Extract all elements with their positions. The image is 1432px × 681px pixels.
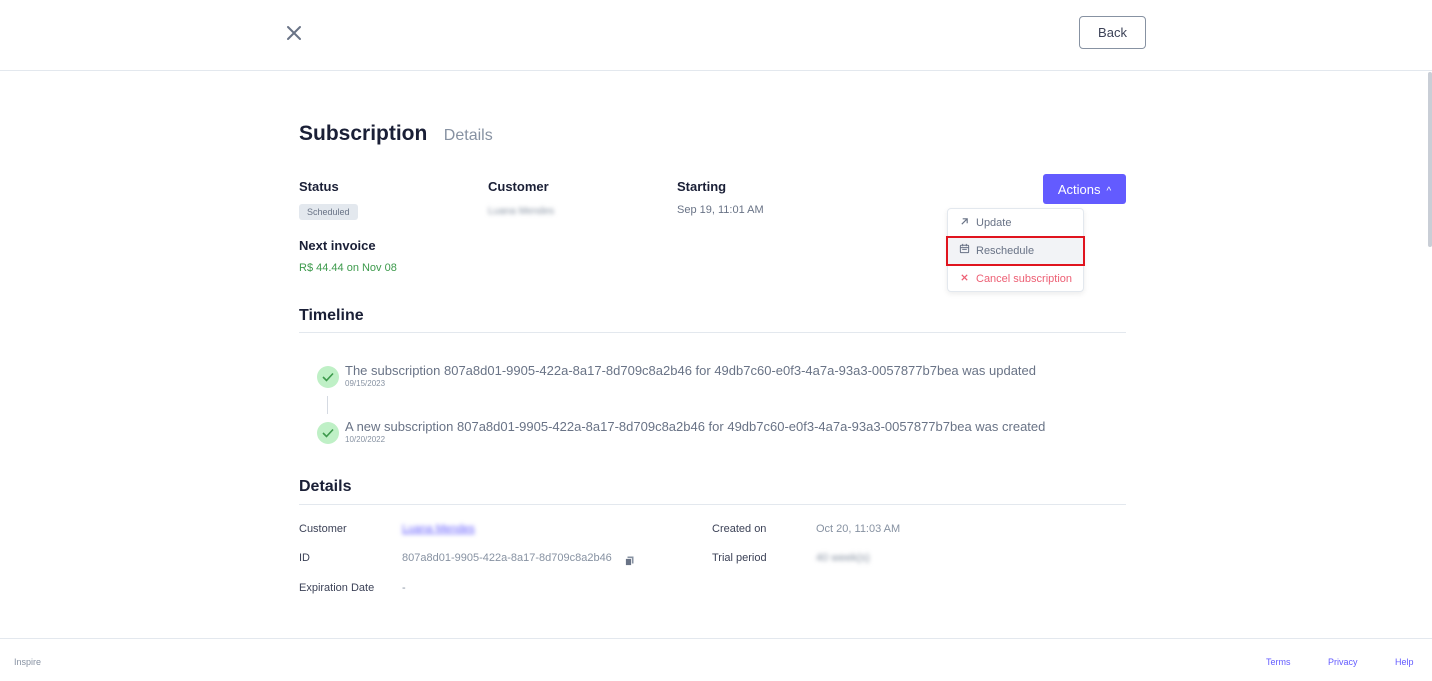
timeline-event-date: 10/20/2022 [345, 435, 386, 444]
timeline-event-text: A new subscription 807a8d01-9905-422a-8a… [345, 419, 1046, 434]
details-trial-label: Trial period [712, 552, 767, 564]
footer: Inspire Terms Privacy Help [0, 638, 1432, 681]
customer-value: Luana Mendes [488, 206, 555, 217]
footer-link-terms[interactable]: Terms [1266, 657, 1291, 667]
menu-item-label: Cancel subscription [976, 273, 1072, 285]
starting-value: Sep 19, 11:01 AM [677, 204, 764, 216]
next-invoice-label: Next invoice [299, 238, 376, 253]
timeline-connector [327, 396, 328, 414]
status-label: Status [299, 179, 339, 194]
details-id-value: 807a8d01-9905-422a-8a17-8d709c8a2b46 [402, 552, 612, 564]
starting-label: Starting [677, 179, 727, 194]
timeline-divider [299, 332, 1126, 333]
details-trial-value: 40 week(s) [816, 552, 870, 564]
details-divider [299, 504, 1126, 505]
page-subtitle: Details [443, 127, 493, 144]
page-title: Subscription [299, 122, 428, 145]
timeline-event-date: 09/15/2023 [345, 379, 386, 388]
copy-icon[interactable] [625, 553, 634, 571]
calendar-icon [958, 238, 970, 264]
timeline-title: Timeline [299, 307, 364, 324]
details-created-value: Oct 20, 11:03 AM [816, 523, 901, 535]
actions-button[interactable]: Actions ^ [1043, 174, 1126, 204]
menu-item-label: Update [976, 217, 1012, 229]
footer-brand: Inspire [14, 657, 42, 667]
footer-link-privacy[interactable]: Privacy [1328, 657, 1358, 667]
menu-item-reschedule[interactable]: Reschedule [946, 236, 1085, 266]
details-expiration-value: - [402, 582, 406, 594]
footer-link-help[interactable]: Help [1395, 657, 1414, 667]
close-icon [958, 266, 970, 292]
status-badge: Scheduled [299, 204, 358, 220]
check-icon [317, 366, 339, 388]
customer-label: Customer [488, 179, 549, 194]
menu-item-cancel-subscription[interactable]: Cancel subscription [948, 266, 1083, 292]
details-id-label: ID [299, 552, 310, 564]
details-expiration-label: Expiration Date [299, 582, 375, 594]
page-heading: Subscription Details [299, 122, 493, 146]
arrow-up-right-icon [958, 210, 970, 236]
actions-button-label: Actions [1057, 181, 1101, 197]
scrollbar-thumb[interactable] [1428, 72, 1432, 247]
check-icon [317, 422, 339, 444]
details-title: Details [299, 478, 352, 495]
back-button[interactable]: Back [1079, 16, 1146, 49]
details-customer-label: Customer [299, 523, 347, 535]
chevron-up-icon: ^ [1106, 185, 1112, 197]
close-icon[interactable] [282, 21, 306, 45]
menu-item-label: Reschedule [976, 245, 1035, 257]
timeline-event-text: The subscription 807a8d01-9905-422a-8a17… [345, 363, 1036, 378]
actions-menu: Update Reschedule Cancel subscription [946, 208, 1085, 292]
top-bar: Back [0, 0, 1432, 71]
next-invoice-value: R$ 44.44 on Nov 08 [299, 262, 397, 274]
details-customer-link[interactable]: Luana Mendes [402, 523, 475, 535]
menu-item-update[interactable]: Update [948, 210, 1083, 236]
details-created-label: Created on [712, 523, 767, 535]
